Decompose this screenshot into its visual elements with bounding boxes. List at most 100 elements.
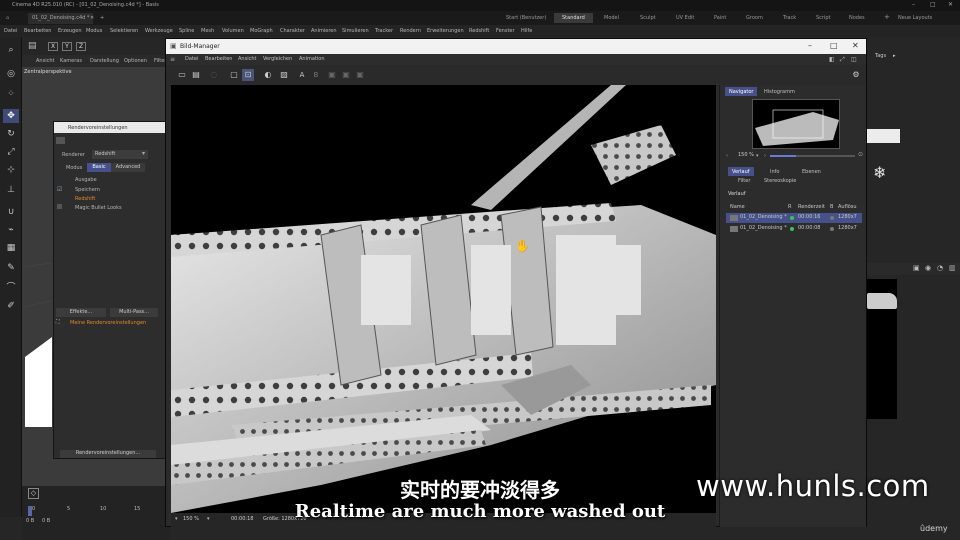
layout-tab-groom[interactable]: Groom: [738, 13, 771, 23]
viewport-menu-ansicht[interactable]: Ansicht: [36, 58, 54, 64]
sculpt-icon[interactable]: ✐: [3, 299, 19, 313]
effects-button[interactable]: Effekte...: [56, 308, 106, 317]
menu-volumen[interactable]: Volumen: [222, 28, 244, 34]
render-preset-item[interactable]: Meine Rendervoreinstellungen: [70, 320, 146, 326]
menu-hilfe[interactable]: Hilfe: [521, 28, 532, 34]
minimize-button[interactable]: –: [912, 1, 915, 8]
viewer-menu-animation[interactable]: Animation: [299, 56, 325, 62]
viewer-menu-icon[interactable]: ≡: [170, 56, 175, 63]
bug-icon[interactable]: ⚙: [850, 69, 862, 81]
viewer-maximize-button[interactable]: □: [830, 41, 838, 50]
panel-toolbar-icon-2[interactable]: ◉: [925, 264, 931, 272]
maximize-button[interactable]: □: [930, 1, 936, 8]
viewer-menu-bearbeiten[interactable]: Bearbeiten: [205, 56, 232, 62]
render-settings-footer-button[interactable]: Rendervoreinstellungen...: [60, 450, 156, 458]
expand-icon[interactable]: ⛶: [56, 319, 60, 325]
menu-spline[interactable]: Spline: [179, 28, 194, 34]
viewport-menu-kameras[interactable]: Kameras: [60, 58, 82, 64]
menu-mograph[interactable]: MoGraph: [250, 28, 273, 34]
tab-histogramm[interactable]: Histogramm: [760, 87, 799, 96]
layout-tab-paint[interactable]: Paint: [706, 13, 734, 23]
zoom-chevron-icon[interactable]: ▾: [756, 153, 759, 159]
brush-icon[interactable]: ✎: [3, 261, 19, 275]
paint-icon[interactable]: ⌒: [3, 281, 19, 295]
tab-filter[interactable]: Filter: [734, 176, 754, 185]
settings-item-magic-bullet[interactable]: Magic Bullet Looks: [75, 205, 122, 211]
lock-icon[interactable]: ▤: [28, 41, 37, 51]
panel-toolbar-icon-4[interactable]: ▥: [949, 264, 956, 272]
document-tab[interactable]: 01_02_Denoising.c4d *: [28, 13, 94, 24]
layout-tab-model[interactable]: Model: [596, 13, 627, 23]
expand-window-icon[interactable]: ⤢: [840, 56, 845, 64]
multipass-button[interactable]: Multi-Pass...: [110, 308, 158, 317]
axis-icon[interactable]: ⊥: [3, 183, 19, 197]
search-icon[interactable]: ⌕: [3, 43, 19, 57]
layout-tab-track[interactable]: Track: [775, 13, 804, 23]
history-row[interactable]: 01_02_Denoising * 00:00:08 1280x7: [726, 224, 862, 234]
tab-stereoskopie[interactable]: Stereoskopie: [760, 176, 800, 185]
zoom-options-icon[interactable]: ⊙: [858, 151, 863, 158]
layout-tab-standard[interactable]: Standard: [554, 13, 593, 23]
viewer-menu-datei[interactable]: Datei: [185, 56, 198, 62]
menu-bearbeiten[interactable]: Bearbeiten: [24, 28, 51, 34]
menu-datei[interactable]: Datei: [4, 28, 17, 34]
settings-item-redshift[interactable]: Redshift: [75, 196, 95, 202]
compare-b-icon[interactable]: B: [310, 69, 322, 81]
rendered-image[interactable]: ✋: [171, 85, 716, 513]
layout-tab-uv-edit[interactable]: UV Edit: [668, 13, 702, 23]
layout-tab-script[interactable]: Script: [808, 13, 839, 23]
menu-erzeugen[interactable]: Erzeugen: [58, 28, 82, 34]
rotate-icon[interactable]: ↻: [3, 127, 19, 141]
select-icon[interactable]: ◎: [3, 67, 19, 81]
add-tab-icon[interactable]: +: [96, 13, 108, 24]
scale-icon[interactable]: ⤢: [3, 145, 19, 159]
mode-tab-advanced[interactable]: Advanced: [111, 163, 145, 172]
column-r[interactable]: R: [788, 204, 791, 210]
menu-mesh[interactable]: Mesh: [201, 28, 214, 34]
panel-toolbar-icon-1[interactable]: ▣: [913, 264, 920, 272]
new-layouts-menu[interactable]: Neue Layouts: [894, 13, 936, 23]
menu-fenster[interactable]: Fenster: [496, 28, 515, 34]
move-icon[interactable]: ✥: [3, 109, 19, 123]
column-name[interactable]: Name: [730, 204, 745, 210]
menu-redshift[interactable]: Redshift: [469, 28, 489, 34]
checkbox-empty[interactable]: [57, 204, 62, 209]
menu-tracker[interactable]: Tracker: [375, 28, 393, 34]
tab-navigator[interactable]: Navigator: [725, 87, 758, 96]
layout-tab-nodes[interactable]: Nodes: [841, 13, 873, 23]
panel-toolbar-icon-3[interactable]: ◔: [937, 264, 943, 272]
compare-a-icon[interactable]: A: [296, 69, 308, 81]
layout-tab-sculpt[interactable]: Sculpt: [632, 13, 664, 23]
menu-charakter[interactable]: Charakter: [280, 28, 305, 34]
menu-rendern[interactable]: Rendern: [400, 28, 421, 34]
column-renderzeit[interactable]: Renderzeit: [798, 204, 825, 210]
zoom-out-icon[interactable]: ‹: [726, 153, 728, 159]
axis-x-button[interactable]: X: [48, 42, 58, 51]
menu-selektieren[interactable]: Selektieren: [110, 28, 138, 34]
viewport-menu-optionen[interactable]: Optionen: [124, 58, 147, 64]
open-file-icon[interactable]: ▭: [176, 69, 188, 81]
snap-icon[interactable]: ⌁: [3, 223, 19, 237]
home-icon[interactable]: ⌂: [2, 13, 13, 24]
menu-erweiterungen[interactable]: Erweiterungen: [427, 28, 464, 34]
layout-tab-start[interactable]: Start (Benutzer): [498, 13, 554, 23]
detach-icon[interactable]: ◫: [851, 56, 857, 63]
viewer-menu-vergleichen[interactable]: Vergleichen: [263, 56, 292, 62]
menu-animieren[interactable]: Animieren: [311, 28, 337, 34]
transform-icon[interactable]: ⊹: [3, 163, 19, 177]
menu-icon[interactable]: [56, 137, 65, 144]
settings-item-ausgabe[interactable]: Ausgabe: [75, 177, 97, 183]
column-aufloesung[interactable]: Auflösu: [838, 204, 857, 210]
tags-chevron-icon[interactable]: ▸: [893, 53, 896, 59]
viewport-menu-darstellung[interactable]: Darstellung: [90, 58, 119, 64]
settings-item-speichern[interactable]: Speichern: [75, 187, 100, 193]
fit-icon[interactable]: ⊡: [242, 69, 254, 81]
column-b[interactable]: B: [830, 204, 833, 210]
channel-icon[interactable]: ▨: [278, 69, 290, 81]
points-icon[interactable]: ⁘: [3, 87, 19, 101]
history-row[interactable]: 01_02_Denoising * 00:00:16 1280x7: [726, 213, 862, 223]
close-button[interactable]: ✕: [948, 1, 953, 8]
workplane-icon[interactable]: ▦: [3, 241, 19, 255]
menu-werkzeuge[interactable]: Werkzeuge: [145, 28, 173, 34]
menu-modus[interactable]: Modus: [86, 28, 102, 34]
